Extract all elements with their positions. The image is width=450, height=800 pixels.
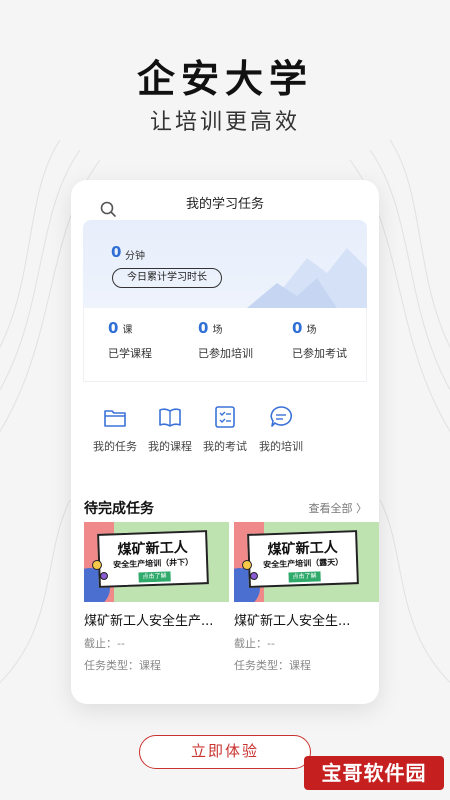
checklist-icon (215, 406, 235, 428)
stat-label: 已学课程 (108, 347, 152, 360)
today-study-time-label: 今日累计学习时长 (112, 268, 222, 288)
quick-link-label: 我的培训 (259, 440, 303, 453)
quick-link-exams[interactable]: 我的考试 (197, 404, 253, 454)
stats-row: 0课 已学课程 0场 已参加培训 0场 已参加考试 (83, 308, 367, 382)
mountain-illustration (247, 248, 367, 308)
quick-links: 我的任务 我的课程 我的考试 我的培训 (83, 404, 367, 464)
study-minutes-value: 0 (111, 243, 122, 261)
stat-label: 已参加考试 (292, 347, 347, 360)
view-all-link[interactable]: 查看全部 〉 (309, 500, 368, 516)
stat-value: 0 (108, 319, 119, 337)
folder-icon (104, 410, 126, 427)
quick-link-courses[interactable]: 我的课程 (142, 404, 198, 454)
app-preview-card: 我的学习任务 0 分钟 今日累计学习时长 0课 已学课程 0场 已参加培训 0场… (71, 180, 379, 704)
task-deadline: 截止：-- (84, 637, 125, 650)
study-time-card: 0 分钟 今日累计学习时长 (83, 220, 367, 308)
stat-value: 0 (292, 319, 303, 337)
quick-link-label: 我的考试 (203, 440, 247, 453)
task-card[interactable]: 煤矿新工人 安全生产培训（井下） 点击了解 煤矿新工人安全生产... 截止：--… (84, 522, 229, 673)
thumbnail-subtitle: 安全生产培训（露天） (263, 557, 344, 570)
quick-link-tasks[interactable]: 我的任务 (87, 404, 143, 454)
stat-exams[interactable]: 0场 已参加考试 (292, 318, 379, 361)
hero-subtitle: 让培训更高效 (149, 110, 300, 135)
thumbnail-subtitle: 安全生产培训（井下） (113, 557, 194, 570)
quick-link-label: 我的课程 (148, 440, 192, 453)
app-header-title: 我的学习任务 (185, 197, 264, 212)
stat-unit: 场 (212, 325, 223, 336)
task-type: 任务类型：课程 (84, 659, 161, 672)
stat-label: 已参加培训 (198, 347, 253, 360)
pending-tasks-title: 待完成任务 (84, 501, 154, 517)
task-name: 煤矿新工人安全生... (234, 614, 351, 629)
stat-unit: 课 (122, 325, 133, 336)
stat-value: 0 (198, 319, 209, 337)
quick-link-label: 我的任务 (93, 440, 137, 453)
stat-courses[interactable]: 0课 已学课程 (108, 318, 198, 361)
thumbnail-button: 点击了解 (288, 571, 321, 583)
study-minutes-unit: 分钟 (125, 251, 145, 262)
thumbnail-button: 点击了解 (138, 571, 171, 583)
stat-trainings[interactable]: 0场 已参加培训 (198, 318, 288, 361)
watermark-logo: 宝哥软件园 (304, 756, 444, 790)
app-header: 我的学习任务 (71, 180, 379, 220)
try-now-button[interactable]: 立即体验 (139, 735, 311, 769)
hero-title: 企安大学 (136, 57, 313, 101)
task-card[interactable]: 煤矿新工人 安全生产培训（露天） 点击了解 煤矿新工人安全生... 截止：-- … (234, 522, 379, 673)
stat-unit: 场 (306, 325, 317, 336)
task-name: 煤矿新工人安全生产... (84, 614, 214, 629)
task-thumbnail: 煤矿新工人 安全生产培训（露天） 点击了解 (234, 522, 379, 602)
task-deadline: 截止：-- (234, 637, 275, 650)
chat-icon (270, 406, 293, 427)
task-type: 任务类型：课程 (234, 659, 311, 672)
quick-link-trainings[interactable]: 我的培训 (253, 404, 309, 454)
task-thumbnail: 煤矿新工人 安全生产培训（井下） 点击了解 (84, 522, 229, 602)
book-icon (159, 408, 181, 427)
